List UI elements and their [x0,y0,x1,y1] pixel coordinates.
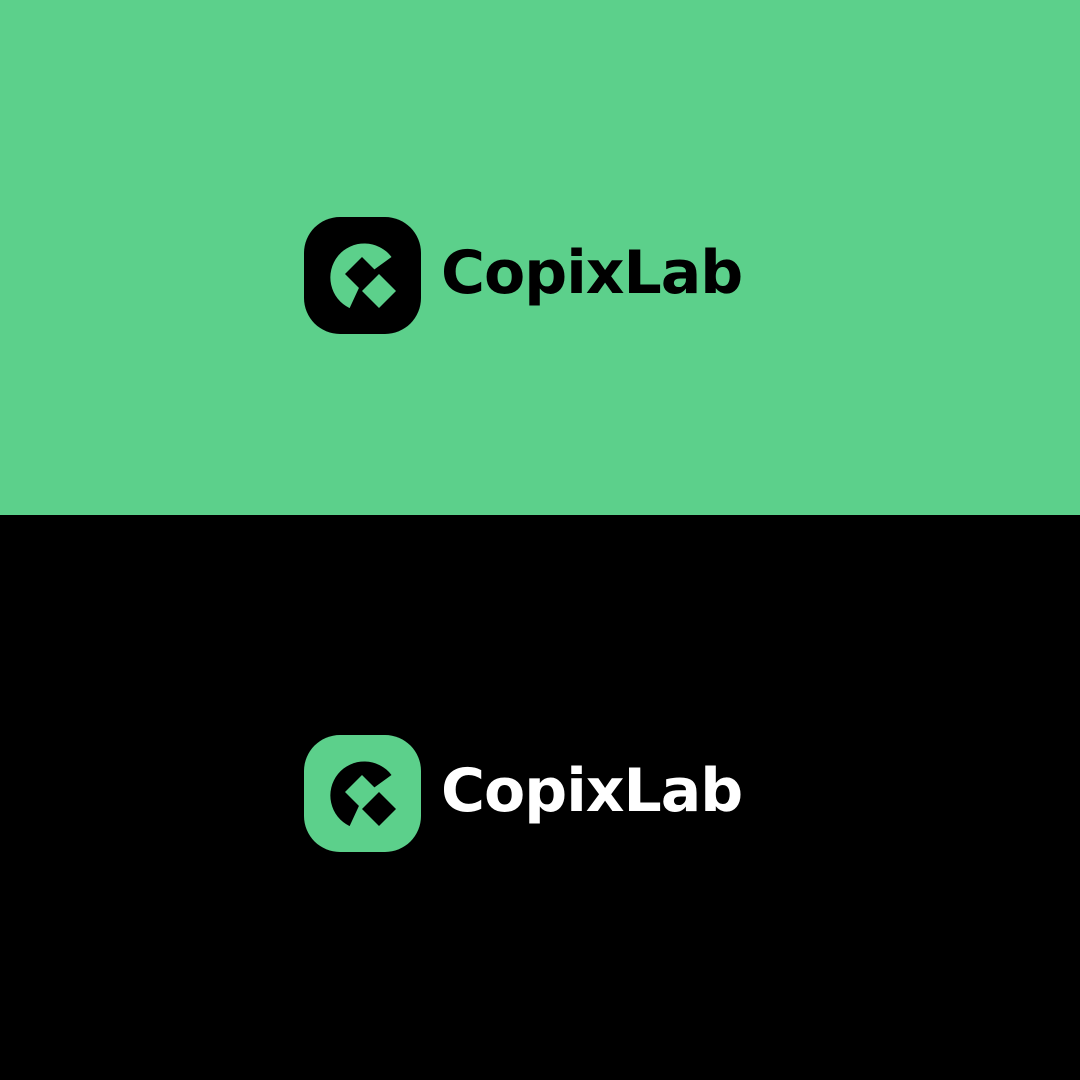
brand-wordmark: CopixLab [441,237,743,308]
light-variant-panel: CopixLab [0,0,1080,515]
logo-lockup: CopixLab [304,217,743,334]
copixlab-logo-icon [304,735,421,852]
dark-variant-panel: CopixLab [0,515,1080,1080]
copixlab-logo-icon [304,217,421,334]
brand-wordmark: CopixLab [441,755,743,826]
logo-lockup: CopixLab [304,735,743,852]
